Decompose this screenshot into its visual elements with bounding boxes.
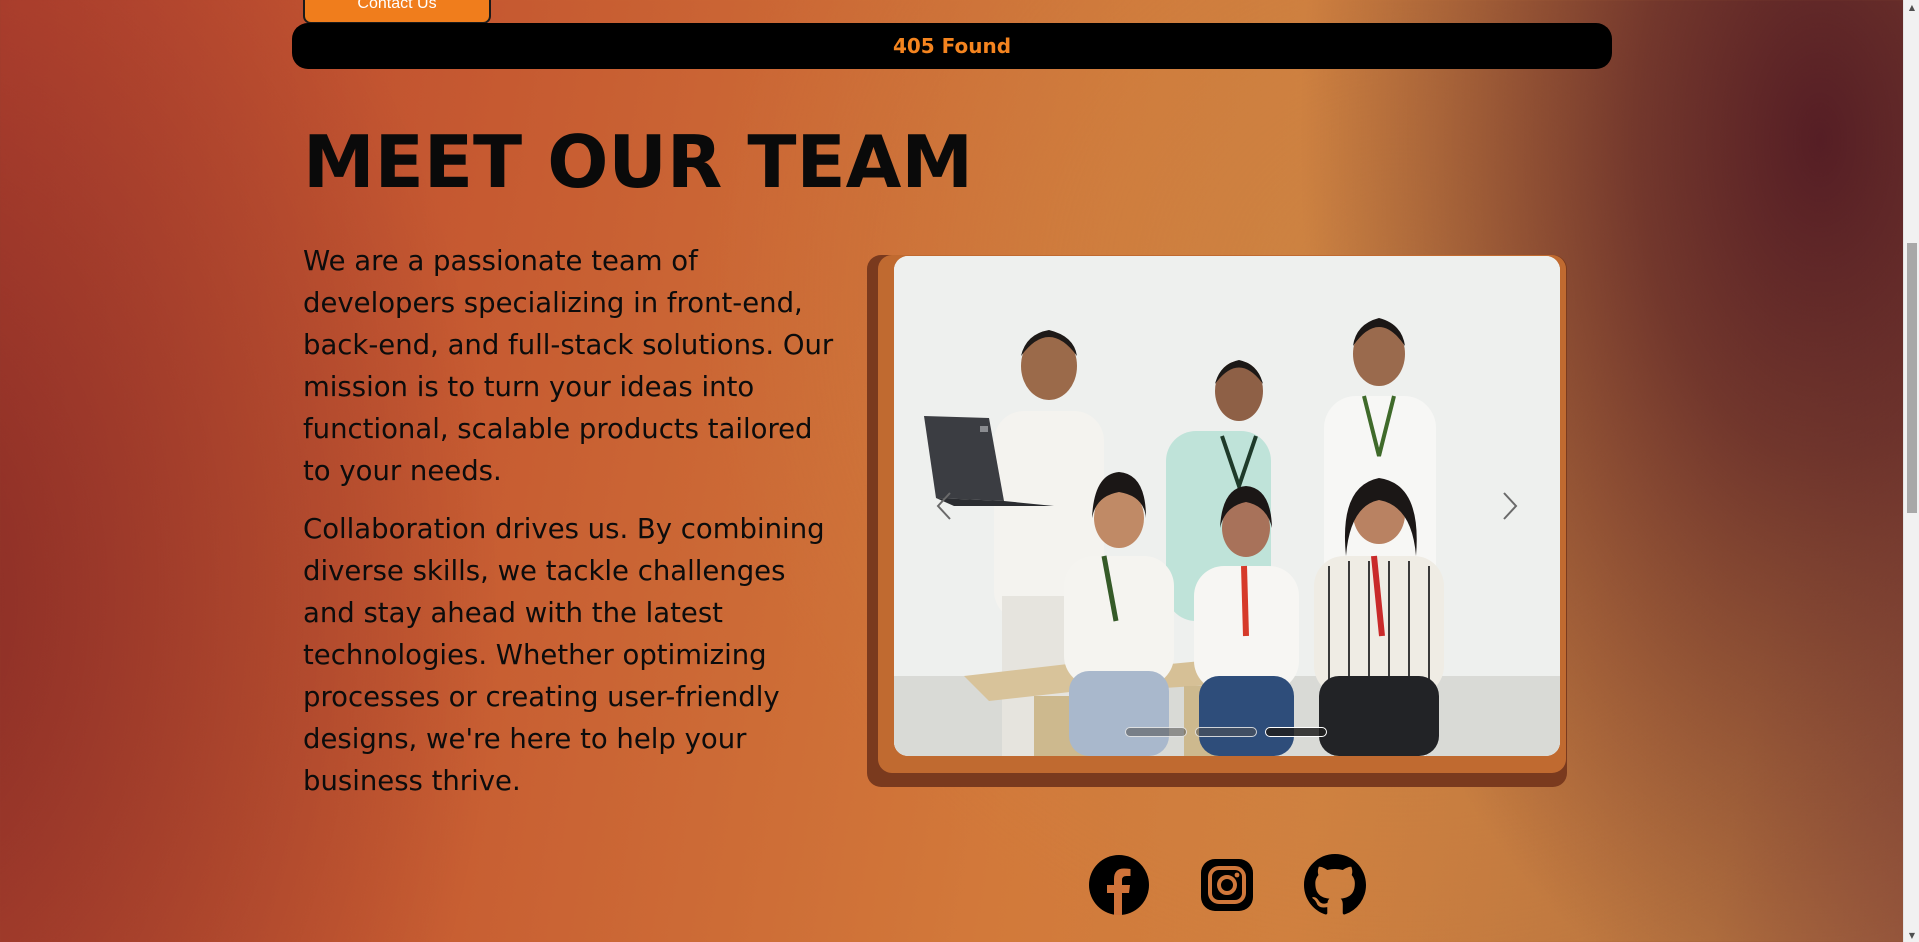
carousel-prev-button[interactable] [924, 486, 964, 526]
scroll-up-icon[interactable]: ▲ [1904, 0, 1919, 14]
github-icon [1304, 854, 1366, 915]
carousel-indicators [1125, 727, 1327, 737]
contact-us-label: Contact Us [357, 0, 437, 12]
contact-us-button[interactable]: Contact Us [303, 0, 491, 24]
carousel-indicator-1[interactable] [1125, 727, 1187, 737]
status-text: 405 Found [892, 34, 1012, 58]
team-photo [894, 256, 1560, 756]
facebook-link[interactable] [1088, 854, 1150, 916]
chevron-left-icon [936, 492, 951, 520]
instagram-link[interactable] [1196, 854, 1258, 916]
github-link[interactable] [1304, 854, 1366, 916]
team-paragraph-2: Collaboration drives us. By combining di… [303, 513, 825, 797]
team-description: We are a passionate team of developers s… [303, 240, 843, 818]
scrollbar-thumb[interactable] [1907, 243, 1917, 513]
carousel-next-button[interactable] [1490, 486, 1530, 526]
instagram-icon [1201, 859, 1253, 911]
facebook-icon [1089, 855, 1149, 915]
carousel-indicator-3[interactable] [1265, 727, 1327, 737]
chevron-right-icon [1503, 492, 1518, 520]
scroll-down-icon[interactable]: ▼ [1904, 928, 1919, 942]
status-banner: 405 Found [292, 23, 1612, 69]
carousel-indicator-2[interactable] [1195, 727, 1257, 737]
team-paragraph-1: We are a passionate team of developers s… [303, 245, 834, 487]
page-title: MEET OUR TEAM [303, 120, 974, 204]
team-photo-carousel[interactable] [894, 256, 1560, 756]
page-scrollbar[interactable]: ▲ ▼ [1903, 0, 1919, 942]
